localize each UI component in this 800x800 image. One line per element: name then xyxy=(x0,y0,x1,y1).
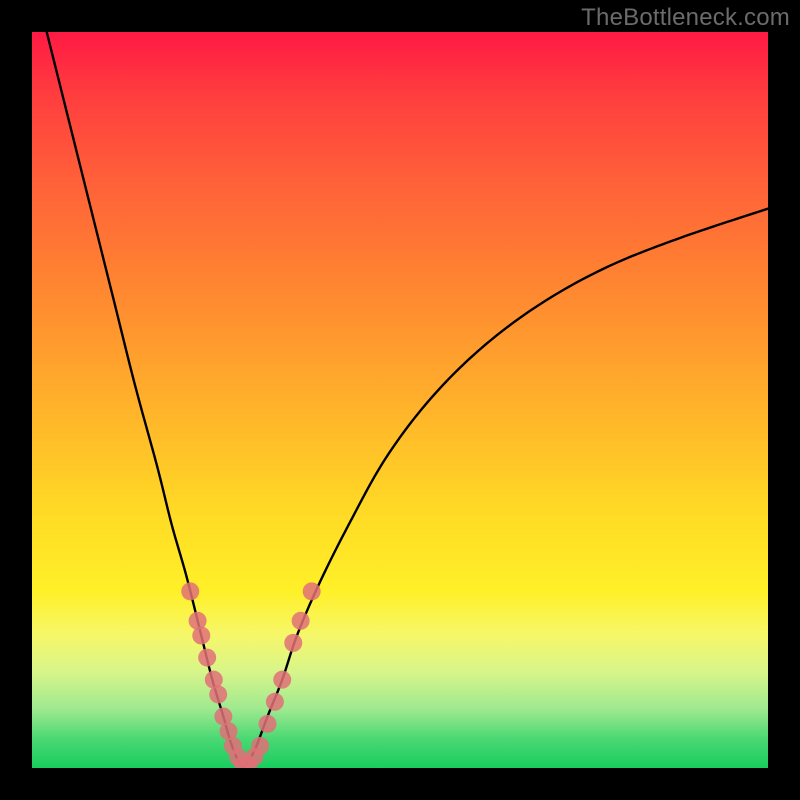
marker-dot xyxy=(209,685,227,703)
chart-frame: TheBottleneck.com xyxy=(0,0,800,800)
marker-dot xyxy=(273,671,291,689)
marker-dot xyxy=(259,715,277,733)
marker-dot xyxy=(181,582,199,600)
curve-layer xyxy=(32,32,768,768)
marker-dot xyxy=(303,582,321,600)
marker-dot xyxy=(198,649,216,667)
curve-right-branch xyxy=(243,209,768,768)
plot-area xyxy=(32,32,768,768)
marker-dot xyxy=(192,627,210,645)
marker-dot xyxy=(292,612,310,630)
watermark-text: TheBottleneck.com xyxy=(581,4,790,32)
marker-dot xyxy=(266,693,284,711)
marker-dot xyxy=(284,634,302,652)
marker-dot xyxy=(251,737,269,755)
